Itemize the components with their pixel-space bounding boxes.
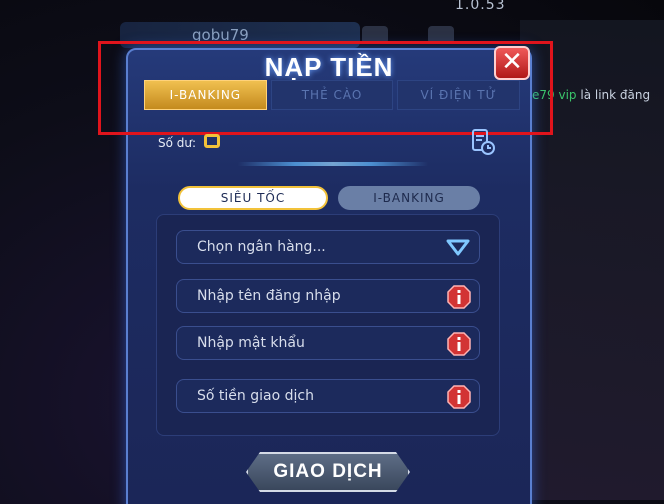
alert-icon: [447, 332, 471, 356]
alert-icon: [447, 285, 471, 309]
alert-icon: [447, 385, 471, 409]
submit-transaction-button[interactable]: GIAO DỊCH: [246, 452, 410, 492]
bank-select-text: Chọn ngân hàng...: [197, 239, 326, 255]
section-divider: [238, 162, 428, 166]
username-placeholder: Nhập tên đăng nhập: [197, 288, 341, 304]
bank-select[interactable]: Chọn ngân hàng...: [176, 230, 480, 264]
password-placeholder: Nhập mật khẩu: [197, 335, 305, 351]
password-field[interactable]: Nhập mật khẩu: [176, 326, 480, 360]
chevron-down-icon: [446, 239, 470, 256]
username-field[interactable]: Nhập tên đăng nhập: [176, 279, 480, 313]
balance-label: Số dư:: [158, 136, 197, 150]
balance-coin-icon: [204, 134, 220, 148]
subtab-express[interactable]: SIÊU TỐC: [178, 186, 328, 210]
version-label: 1.0.53: [455, 0, 506, 13]
subtab-ibanking[interactable]: I-BANKING: [338, 186, 480, 210]
amount-placeholder: Số tiền giao dịch: [197, 388, 314, 404]
history-icon[interactable]: [470, 128, 496, 156]
amount-field[interactable]: Số tiền giao dịch: [176, 379, 480, 413]
chat-text: là link đăng: [580, 88, 651, 102]
highlight-box: [98, 41, 553, 135]
